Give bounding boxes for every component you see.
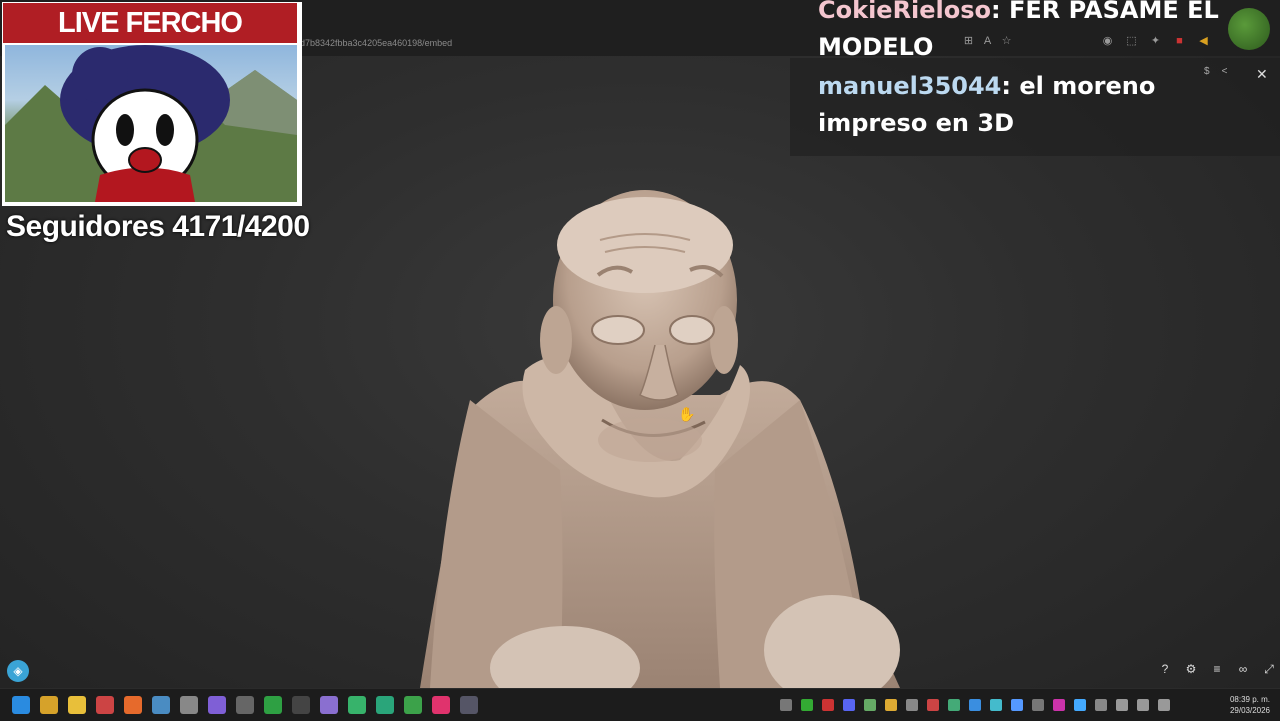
tray-icon[interactable] bbox=[864, 699, 876, 711]
clock-date: 29/03/2026 bbox=[1229, 706, 1270, 715]
tray-icon[interactable] bbox=[822, 699, 834, 711]
cam-title-banner: LIVE FERCHO REACTION bbox=[3, 3, 297, 79]
sketchfab-logo-icon[interactable]: ◈ bbox=[7, 660, 29, 682]
tray-icon[interactable] bbox=[780, 699, 792, 711]
app-icon[interactable] bbox=[40, 696, 58, 714]
volume-icon[interactable] bbox=[1158, 699, 1170, 711]
app-icon[interactable] bbox=[376, 696, 394, 714]
app-icon[interactable] bbox=[292, 696, 310, 714]
follower-counter: Seguidores 4171/4200 bbox=[6, 210, 310, 243]
settings-icon[interactable]: ⚙ bbox=[1184, 662, 1198, 677]
layers-icon[interactable]: ≡ bbox=[1210, 662, 1224, 677]
chat-username: CokieRieloso bbox=[818, 0, 992, 24]
clock-time: 08:39 p. m. bbox=[1229, 695, 1270, 704]
wifi-icon[interactable] bbox=[1116, 699, 1128, 711]
tray-icon[interactable] bbox=[927, 699, 939, 711]
chat-username: manuel35044 bbox=[818, 72, 1002, 100]
tray-icon[interactable] bbox=[1053, 699, 1065, 711]
tray-icon[interactable] bbox=[906, 699, 918, 711]
taskbar-clock[interactable]: 08:39 p. m. 29/03/2026 bbox=[1222, 694, 1270, 716]
windows-taskbar: 08:39 p. m. 29/03/2026 bbox=[0, 688, 1280, 721]
folder-icon[interactable] bbox=[68, 696, 86, 714]
app-icon[interactable] bbox=[404, 696, 422, 714]
app-icon[interactable] bbox=[152, 696, 170, 714]
cam-avatar-scene bbox=[5, 45, 297, 202]
tray-icon[interactable] bbox=[801, 699, 813, 711]
app-icon[interactable] bbox=[236, 696, 254, 714]
tray-icon[interactable] bbox=[948, 699, 960, 711]
app-icon[interactable] bbox=[264, 696, 282, 714]
tray-icon[interactable] bbox=[990, 699, 1002, 711]
fullscreen-icon[interactable]: ⤢ bbox=[1262, 662, 1276, 677]
app-icon[interactable] bbox=[320, 696, 338, 714]
tray-icon[interactable] bbox=[1095, 699, 1107, 711]
cartoon-avatar-icon bbox=[5, 45, 297, 202]
tray-icon[interactable] bbox=[1074, 699, 1086, 711]
app-icon[interactable] bbox=[460, 696, 478, 714]
tray-icon[interactable] bbox=[843, 699, 855, 711]
app-icon[interactable] bbox=[208, 696, 226, 714]
app-icon[interactable] bbox=[180, 696, 198, 714]
start-icon[interactable] bbox=[12, 696, 30, 714]
tray-icon[interactable] bbox=[1011, 699, 1023, 711]
vr-icon[interactable]: ∞ bbox=[1236, 662, 1250, 677]
app-icon[interactable] bbox=[432, 696, 450, 714]
grab-cursor-icon: ✋ bbox=[678, 406, 696, 422]
chat-message: CokieRieloso: FER PASAME EL MODELO bbox=[818, 0, 1258, 66]
viewer-controls: ? ⚙ ≡ ∞ ⤢ bbox=[1158, 662, 1276, 677]
mic-icon[interactable] bbox=[1137, 699, 1149, 711]
tray-icon[interactable] bbox=[969, 699, 981, 711]
chat-message: manuel35044: el moreno impreso en 3D bbox=[818, 68, 1258, 142]
tray-icon[interactable] bbox=[885, 699, 897, 711]
help-icon[interactable]: ? bbox=[1158, 662, 1172, 677]
tray-icon[interactable] bbox=[1032, 699, 1044, 711]
system-tray bbox=[780, 699, 1170, 711]
firefox-icon[interactable] bbox=[124, 696, 142, 714]
taskbar-apps bbox=[12, 696, 478, 714]
app-icon[interactable] bbox=[96, 696, 114, 714]
app-icon[interactable] bbox=[348, 696, 366, 714]
